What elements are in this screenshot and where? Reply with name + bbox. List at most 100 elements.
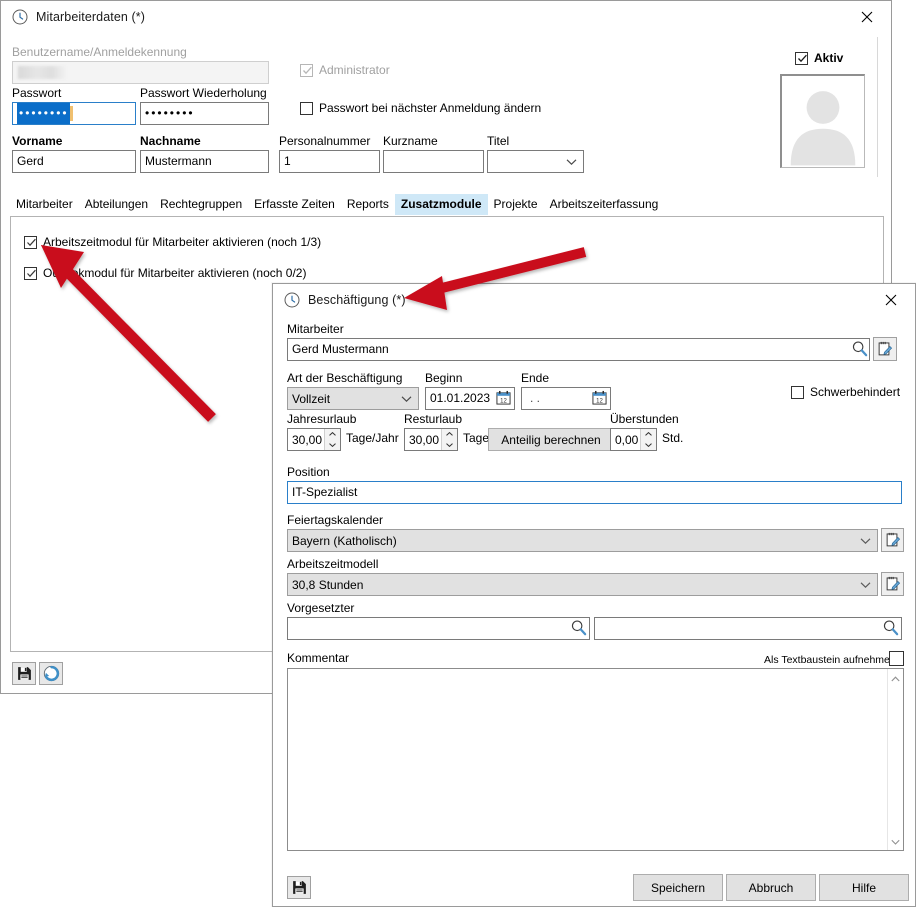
work-time-model-edit-button[interactable]: [881, 572, 904, 596]
edit-note-icon: [885, 532, 901, 548]
tab-abteilungen[interactable]: Abteilungen: [79, 194, 154, 215]
text-block-checkbox[interactable]: [889, 651, 904, 666]
firstname-input[interactable]: Gerd: [12, 150, 136, 173]
person-placeholder-icon: [782, 75, 864, 167]
title-field-select[interactable]: [487, 150, 584, 173]
administrator-checkbox[interactable]: [300, 64, 313, 77]
cancel-button[interactable]: Abbruch: [726, 874, 816, 901]
avatar[interactable]: [780, 74, 865, 168]
stepper-up-icon[interactable]: [442, 429, 457, 440]
end-calendar-icon[interactable]: 12: [592, 390, 607, 408]
holiday-calendar-select[interactable]: Bayern (Katholisch): [287, 529, 878, 552]
save-button[interactable]: Speichern: [633, 874, 723, 901]
password-next-login-row[interactable]: Passwort bei nächster Anmeldung ändern: [300, 101, 541, 116]
employee-search-icon[interactable]: [851, 340, 868, 360]
shortname-input[interactable]: [383, 150, 484, 173]
employment-type-select[interactable]: Vollzeit: [287, 387, 419, 410]
stepper-arrows[interactable]: [324, 429, 340, 450]
refresh-icon: [43, 665, 60, 682]
password-next-login-checkbox[interactable]: [300, 102, 313, 115]
firstname-value: Gerd: [17, 151, 44, 172]
arbeitszeitmodul-checkbox[interactable]: [24, 236, 37, 249]
password-input[interactable]: ••••••••: [12, 102, 136, 125]
help-button-label: Hilfe: [852, 881, 876, 895]
close-icon: [885, 294, 897, 306]
tab-zusatzmodule[interactable]: Zusatzmodule: [395, 194, 488, 215]
beschaeftigung-dialog: Beschäftigung (*) Mitarbeiter Gerd Muste…: [272, 283, 916, 907]
username-input[interactable]: [12, 61, 269, 84]
edit-note-icon: [877, 341, 893, 357]
remaining-leave-value: 30,00: [405, 429, 441, 450]
stepper-up-icon[interactable]: [641, 429, 656, 440]
holiday-calendar-edit-button[interactable]: [881, 528, 904, 552]
lastname-input[interactable]: Mustermann: [140, 150, 269, 173]
annual-leave-value: 30,00: [288, 429, 324, 450]
stepper-arrows[interactable]: [640, 429, 656, 450]
outlookmodul-row[interactable]: Outlookmodul für Mitarbeiter aktivieren …: [24, 266, 306, 281]
cancel-button-label: Abbruch: [749, 881, 794, 895]
stepper-down-icon[interactable]: [442, 440, 457, 451]
dialog-close-button[interactable]: [868, 285, 913, 315]
save-button-label: Speichern: [651, 881, 705, 895]
stepper-up-icon[interactable]: [325, 429, 340, 440]
password-repeat-input[interactable]: ••••••••: [140, 102, 269, 125]
outlookmodul-label: Outlookmodul für Mitarbeiter aktivieren …: [43, 266, 306, 281]
svg-text:12: 12: [500, 399, 507, 405]
tab-arbeitszeiterfassung[interactable]: Arbeitszeiterfassung: [544, 194, 665, 215]
employee-input[interactable]: Gerd Mustermann: [287, 338, 870, 361]
tab-projekte[interactable]: Projekte: [488, 194, 544, 215]
refresh-toolbar-button[interactable]: [39, 662, 63, 685]
supervisor-search-icon-1[interactable]: [570, 619, 587, 639]
save-icon: [292, 880, 307, 895]
end-date-value: . .: [530, 388, 540, 409]
chevron-down-icon: [401, 392, 412, 406]
prorate-button[interactable]: Anteilig berechnen: [488, 428, 614, 451]
help-button[interactable]: Hilfe: [819, 874, 909, 901]
personnel-number-input[interactable]: 1: [279, 150, 380, 173]
overtime-stepper[interactable]: 0,00: [610, 428, 657, 451]
severely-disabled-row[interactable]: Schwerbehindert: [791, 385, 900, 400]
overtime-unit: Std.: [662, 431, 683, 446]
scroll-down-icon[interactable]: [891, 834, 900, 848]
employment-type-value: Vollzeit: [292, 392, 330, 406]
stepper-arrows[interactable]: [441, 429, 457, 450]
arbeitszeitmodul-row[interactable]: Arbeitszeitmodul für Mitarbeiter aktivie…: [24, 235, 321, 250]
close-button[interactable]: [844, 2, 889, 32]
supervisor-input-2[interactable]: [594, 617, 902, 640]
employee-label: Mitarbeiter: [287, 322, 344, 337]
chevron-down-icon: [566, 155, 577, 169]
tab-rechtegruppen[interactable]: Rechtegruppen: [154, 194, 248, 215]
aktiv-row[interactable]: Aktiv: [795, 51, 843, 66]
comment-textarea[interactable]: [287, 668, 904, 851]
severely-disabled-checkbox[interactable]: [791, 386, 804, 399]
remaining-leave-stepper[interactable]: 30,00: [404, 428, 458, 451]
dialog-save-toolbar-button[interactable]: [287, 876, 311, 899]
employee-edit-button[interactable]: [873, 337, 897, 361]
employment-type-label: Art der Beschäftigung: [287, 371, 402, 386]
stepper-down-icon[interactable]: [641, 440, 656, 451]
shortname-label: Kurzname: [383, 134, 438, 149]
supervisor-input-1[interactable]: [287, 617, 590, 640]
position-input[interactable]: IT-Spezialist: [287, 481, 902, 504]
work-time-model-select[interactable]: 30,8 Stunden: [287, 573, 878, 596]
password-value: ••••••••: [17, 102, 70, 125]
check-icon: [302, 65, 313, 79]
administrator-row[interactable]: Administrator: [300, 63, 390, 78]
tab-reports[interactable]: Reports: [341, 194, 395, 215]
tab-mitarbeiter[interactable]: Mitarbeiter: [10, 194, 79, 215]
password-next-login-label: Passwort bei nächster Anmeldung ändern: [319, 101, 541, 116]
supervisor-search-icon-2[interactable]: [882, 619, 899, 639]
remaining-leave-label: Resturlaub: [404, 412, 462, 427]
begin-calendar-icon[interactable]: 12: [496, 390, 511, 408]
outlookmodul-checkbox[interactable]: [24, 267, 37, 280]
scroll-up-icon[interactable]: [891, 671, 900, 685]
save-toolbar-button[interactable]: [12, 662, 36, 685]
aktiv-checkbox[interactable]: [795, 52, 808, 65]
annual-leave-stepper[interactable]: 30,00: [287, 428, 341, 451]
comment-scrollbar[interactable]: [887, 669, 903, 850]
annual-leave-unit: Tage/Jahr: [346, 431, 399, 446]
password-repeat-label: Passwort Wiederholung: [140, 86, 267, 101]
tab-erfasste-zeiten[interactable]: Erfasste Zeiten: [248, 194, 341, 215]
stepper-down-icon[interactable]: [325, 440, 340, 451]
overtime-value: 0,00: [611, 429, 640, 450]
